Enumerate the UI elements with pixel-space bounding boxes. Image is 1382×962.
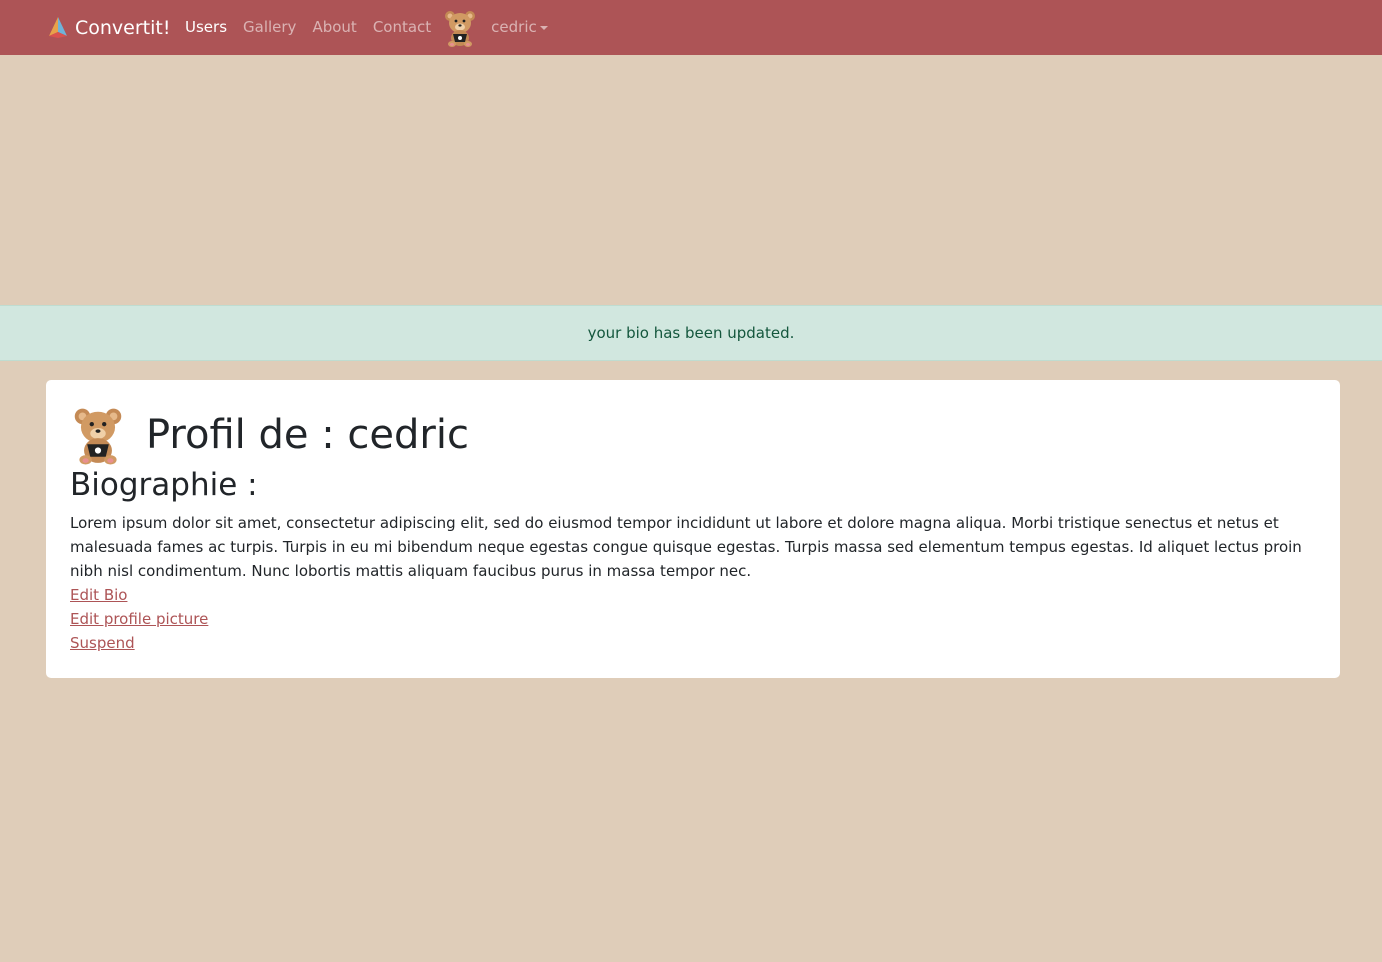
- brand-name: Convertit!: [75, 16, 171, 39]
- nav-gallery[interactable]: Gallery: [235, 0, 304, 55]
- suspend-link[interactable]: Suspend: [70, 631, 208, 655]
- bio-heading: Biographie :: [70, 467, 258, 503]
- bio-text: Lorem ipsum dolor sit amet, consectetur …: [70, 514, 1302, 580]
- edit-profile-picture-link[interactable]: Edit profile picture: [70, 607, 208, 631]
- nav-users[interactable]: Users: [177, 0, 235, 55]
- nav-links: Users Gallery About Contact cedric: [177, 0, 556, 55]
- brand-logo-icon: [49, 16, 67, 38]
- caret-down-icon: [539, 25, 548, 30]
- profile-card: Profil de : cedric Biographie : Lorem ip…: [46, 380, 1340, 678]
- user-dropdown-label: cedric: [491, 18, 537, 36]
- navbar: Convertit! Users Gallery About Contact c…: [0, 0, 1382, 55]
- teddy-bear-avatar-icon[interactable]: [443, 8, 477, 48]
- success-alert: your bio has been updated.: [0, 305, 1382, 361]
- nav-contact[interactable]: Contact: [365, 0, 439, 55]
- user-dropdown[interactable]: cedric: [483, 0, 556, 55]
- profile-title: Profil de : cedric: [146, 412, 469, 458]
- profile-header: Profil de : cedric: [70, 404, 469, 466]
- profile-actions: Edit Bio Edit profile picture Suspend: [70, 583, 208, 655]
- teddy-bear-avatar-icon: [74, 408, 122, 465]
- edit-bio-link[interactable]: Edit Bio: [70, 583, 208, 607]
- nav-about[interactable]: About: [304, 0, 364, 55]
- brand-link[interactable]: Convertit!: [46, 0, 170, 55]
- alert-message: your bio has been updated.: [587, 324, 795, 342]
